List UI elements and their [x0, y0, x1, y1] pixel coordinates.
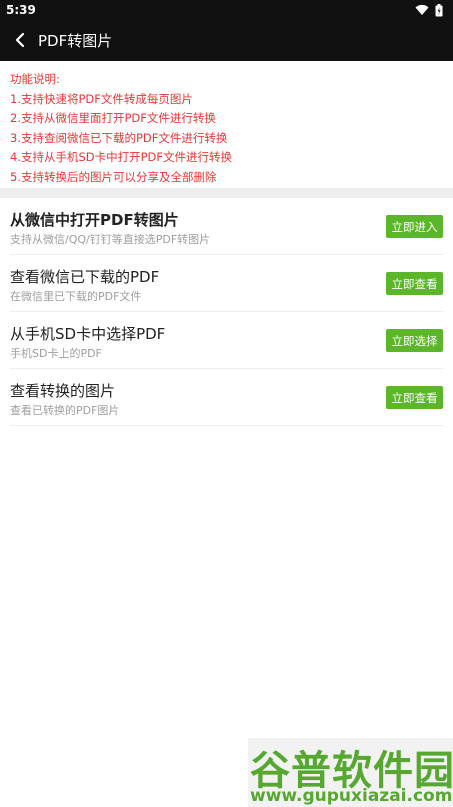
instruction-item: 5.支持转换后的图片可以分享及全部删除: [10, 169, 217, 184]
select-now-button[interactable]: 立即选择: [386, 329, 443, 352]
view-images-button[interactable]: 立即查看: [386, 386, 443, 409]
battery-icon: [435, 3, 443, 16]
options-list: 从微信中打开PDF转图片 支持从微信/QQ/钉钉等直接选PDF转图片 立即进入 …: [10, 198, 443, 426]
option-title: 从手机SD卡中选择PDF: [10, 325, 166, 343]
watermark: 谷普软件园 www.gupuxiazai.com: [248, 738, 453, 807]
option-subtitle: 手机SD卡上的PDF: [10, 347, 102, 360]
wifi-icon: [415, 4, 429, 15]
option-row-sd-card[interactable]: 从手机SD卡中选择PDF 手机SD卡上的PDF 立即选择: [10, 312, 443, 369]
back-button[interactable]: [6, 26, 34, 54]
view-now-button[interactable]: 立即查看: [386, 272, 443, 295]
option-subtitle: 支持从微信/QQ/钉钉等直接选PDF转图片: [10, 233, 211, 246]
chevron-left-icon: [15, 32, 25, 48]
option-title: 查看微信已下载的PDF: [10, 268, 160, 286]
status-time: 5:39: [6, 3, 36, 17]
instruction-item: 2.支持从微信里面打开PDF文件进行转换: [10, 111, 216, 125]
instruction-item: 4.支持从手机SD卡中打开PDF文件进行转换: [10, 150, 233, 164]
instructions-heading: 功能说明:: [10, 72, 60, 86]
instructions-panel: 功能说明: 1.支持快速将PDF文件转成每页图片 2.支持从微信里面打开PDF文…: [10, 70, 440, 187]
option-row-wechat-downloads[interactable]: 查看微信已下载的PDF 在微信里已下载的PDF文件 立即查看: [10, 255, 443, 312]
option-row-open-from-wechat[interactable]: 从微信中打开PDF转图片 支持从微信/QQ/钉钉等直接选PDF转图片 立即进入: [10, 198, 443, 255]
option-title: 从微信中打开PDF转图片: [10, 211, 179, 229]
status-bar: 5:39: [0, 0, 453, 20]
option-row-converted-images[interactable]: 查看转换的图片 查看已转换的PDF图片 立即查看: [10, 369, 443, 426]
option-title: 查看转换的图片: [10, 382, 116, 400]
enter-now-button[interactable]: 立即进入: [386, 215, 443, 238]
page-title: PDF转图片: [38, 32, 113, 50]
instruction-item: 1.支持快速将PDF文件转成每页图片: [10, 91, 193, 106]
option-subtitle: 查看已转换的PDF图片: [10, 404, 120, 417]
option-subtitle: 在微信里已下载的PDF文件: [10, 290, 142, 303]
status-icons: [415, 3, 443, 17]
section-divider: [0, 188, 453, 198]
watermark-url: www.gupuxiazai.com: [250, 786, 453, 806]
instruction-item: 3.支持查阅微信已下载的PDF文件进行转换: [10, 130, 228, 145]
app-bar: PDF转图片: [0, 20, 453, 61]
